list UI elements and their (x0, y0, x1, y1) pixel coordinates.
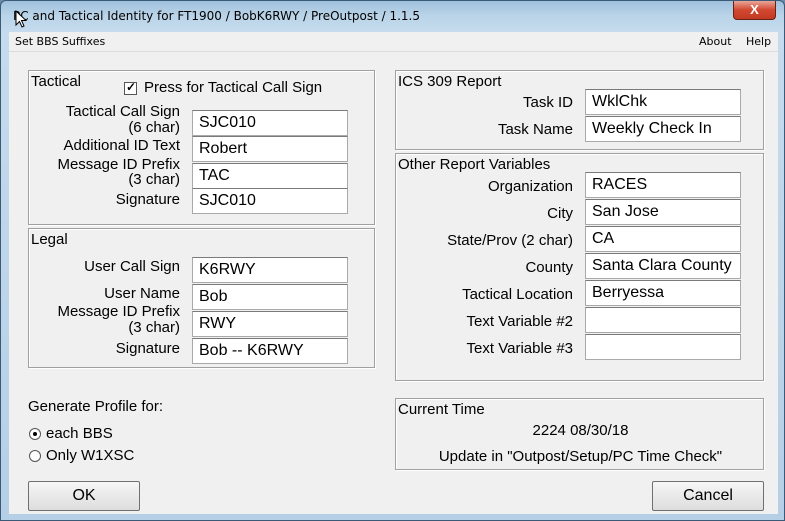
tactical-call-sign-field[interactable]: SJC010 (192, 110, 348, 136)
other-report-variables-group: Other Report Variables Organization RACE… (395, 153, 764, 381)
organization-label: Organization (487, 178, 573, 195)
ics309-group: ICS 309 Report Task ID WklChk Task Name … (395, 70, 764, 150)
radio-each-bbs[interactable] (29, 428, 41, 440)
county-field[interactable]: Santa Clara County (585, 253, 741, 279)
application-window: PC and Tactical Identity for FT1900 / Bo… (0, 0, 785, 521)
radio-only-w1xsc[interactable] (29, 450, 41, 462)
task-name-field[interactable]: Weekly Check In (585, 116, 741, 142)
ok-button[interactable]: OK (28, 481, 140, 511)
tactical-call-sign-label-line1: Tactical Call Sign (65, 103, 180, 120)
legal-signature-label: Signature (115, 340, 180, 357)
legal-msg-prefix-field[interactable]: RWY (192, 311, 348, 337)
cancel-button[interactable]: Cancel (652, 481, 764, 511)
tactical-msg-prefix-label-line2: (3 char) (128, 171, 180, 188)
menu-divider (9, 51, 778, 52)
task-id-field[interactable]: WklChk (585, 89, 741, 115)
user-name-label: User Name (104, 285, 180, 302)
legal-msg-prefix-label-line1: Message ID Prefix (57, 303, 180, 320)
text-variable-2-field[interactable] (585, 307, 741, 333)
text-variable-3-label: Text Variable #3 (466, 340, 573, 357)
close-button[interactable]: X (733, 1, 776, 20)
county-label: County (525, 259, 573, 276)
tactical-msg-prefix-label-line1: Message ID Prefix (57, 156, 180, 173)
text-variable-2-label: Text Variable #2 (466, 313, 573, 330)
tactical-group-title: Tactical (31, 73, 82, 90)
other-report-variables-title: Other Report Variables (398, 156, 551, 173)
title-bar[interactable]: PC and Tactical Identity for FT1900 / Bo… (1, 1, 784, 31)
user-call-sign-field[interactable]: K6RWY (192, 257, 348, 283)
menu-help[interactable]: Help (746, 35, 771, 48)
tactical-signature-field[interactable]: SJC010 (192, 188, 348, 214)
state-prov-label: State/Prov (2 char) (447, 232, 573, 249)
tactical-call-sign-label-line2: (6 char) (128, 119, 180, 136)
ics309-group-title: ICS 309 Report (398, 73, 502, 90)
tactical-call-sign-checkbox[interactable] (124, 80, 137, 95)
user-call-sign-label: User Call Sign (84, 258, 180, 275)
additional-id-text-label: Additional ID Text (63, 137, 180, 154)
legal-signature-field[interactable]: Bob -- K6RWY (192, 338, 348, 364)
tactical-location-field[interactable]: Berryessa (585, 280, 741, 306)
legal-msg-prefix-label-line2: (3 char) (128, 319, 180, 336)
menu-set-bbs-suffixes[interactable]: Set BBS Suffixes (15, 35, 105, 48)
city-field[interactable]: San Jose (585, 199, 741, 225)
mouse-cursor-icon (15, 10, 27, 28)
current-time-group: Current Time 2224 08/30/18 Update in "Ou… (395, 398, 764, 470)
state-prov-field[interactable]: CA (585, 226, 741, 252)
generate-profile-label: Generate Profile for: (28, 398, 164, 415)
current-time-value: 2224 08/30/18 (532, 422, 629, 439)
window-title: PC and Tactical Identity for FT1900 / Bo… (13, 9, 420, 23)
task-name-label: Task Name (497, 121, 573, 138)
menu-about[interactable]: About (699, 35, 732, 48)
radio-only-w1xsc-label[interactable]: Only W1XSC (46, 447, 134, 464)
user-name-field[interactable]: Bob (192, 284, 348, 310)
additional-id-text-field[interactable]: Robert (192, 136, 348, 162)
dialog-client-area: Set BBS Suffixes About Help Tactical Pre… (9, 32, 778, 514)
tactical-group: Tactical Press for Tactical Call Sign Ta… (28, 70, 375, 225)
tactical-location-label: Tactical Location (462, 286, 573, 303)
tactical-call-sign-checkbox-label[interactable]: Press for Tactical Call Sign (144, 79, 322, 96)
tactical-signature-label: Signature (115, 191, 180, 208)
legal-group: Legal User Call Sign K6RWY User Name Bob… (28, 228, 375, 368)
menu-bar: Set BBS Suffixes About Help (9, 32, 778, 51)
legal-group-title: Legal (31, 231, 68, 248)
current-time-title: Current Time (398, 401, 485, 418)
time-update-note: Update in "Outpost/Setup/PC Time Check" (438, 448, 723, 465)
task-id-label: Task ID (522, 94, 573, 111)
tactical-msg-prefix-field[interactable]: TAC (192, 163, 348, 189)
radio-each-bbs-label[interactable]: each BBS (46, 425, 113, 442)
text-variable-3-field[interactable] (585, 334, 741, 360)
city-label: City (547, 205, 573, 222)
organization-field[interactable]: RACES (585, 172, 741, 198)
